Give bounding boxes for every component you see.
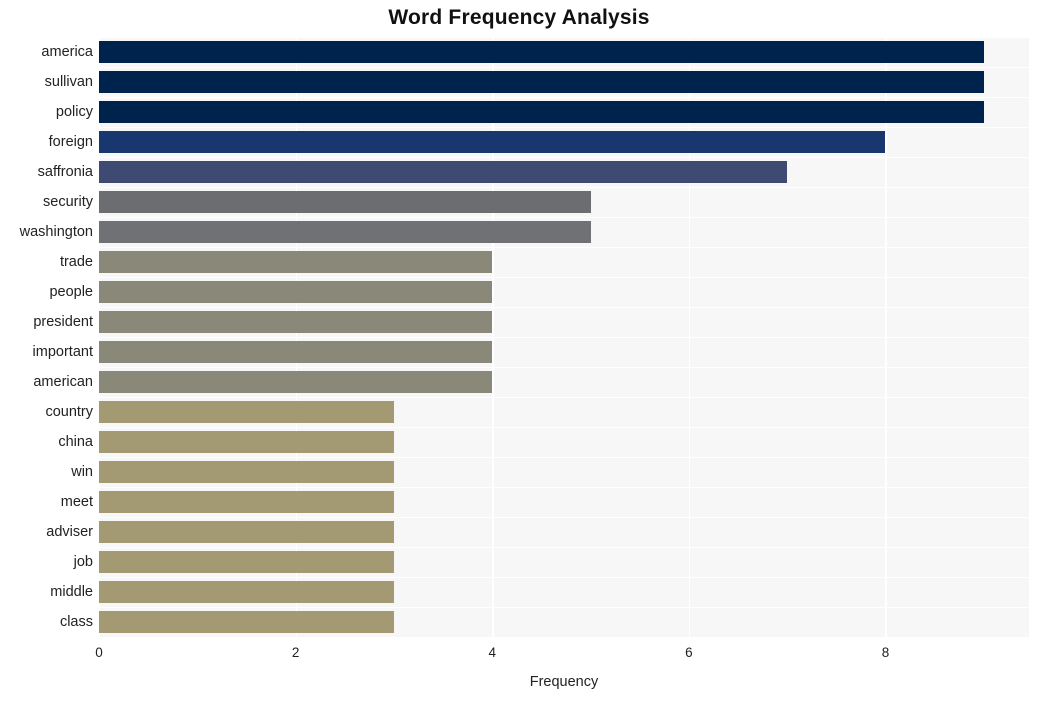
y-gridline <box>99 277 1029 279</box>
y-gridline <box>99 427 1029 429</box>
y-gridline <box>99 577 1029 579</box>
bar[interactable] <box>99 521 394 543</box>
bar[interactable] <box>99 551 394 573</box>
y-axis-tick-label: president <box>33 314 93 330</box>
y-axis-tick-label: foreign <box>48 134 93 150</box>
y-axis-tick-label: adviser <box>46 524 93 540</box>
chart-title: Word Frequency Analysis <box>388 6 650 29</box>
y-gridline <box>99 457 1029 459</box>
y-axis-tick-label: middle <box>50 584 93 600</box>
y-axis-tick-label: sullivan <box>44 74 93 90</box>
bar[interactable] <box>99 371 493 393</box>
y-axis-tick-label: policy <box>55 104 93 120</box>
x-axis-tick-label: 6 <box>685 645 693 660</box>
bar[interactable] <box>99 461 394 483</box>
y-gridline <box>99 217 1029 219</box>
y-axis-tick-label: class <box>59 614 93 630</box>
bar[interactable] <box>99 71 984 93</box>
y-axis-tick-label: washington <box>19 224 93 240</box>
y-gridline <box>99 67 1029 69</box>
x-axis-tick-label: 8 <box>881 645 890 660</box>
y-gridline <box>99 517 1029 519</box>
bar[interactable] <box>99 311 493 333</box>
bar[interactable] <box>99 431 394 453</box>
y-axis-tick-label: important <box>32 344 93 360</box>
y-axis-tick-label: saffronia <box>37 164 93 180</box>
y-axis-tick-label: security <box>43 194 93 210</box>
x-axis-title: Frequency <box>529 674 599 690</box>
x-axis-tick-label: 4 <box>488 645 496 660</box>
plot-area <box>99 37 1029 637</box>
bar[interactable] <box>99 401 394 423</box>
y-axis-tick-label: trade <box>59 254 93 270</box>
y-gridline <box>99 607 1029 609</box>
y-gridline <box>99 247 1029 249</box>
bar[interactable] <box>99 491 394 513</box>
y-gridline <box>99 127 1029 129</box>
y-gridline <box>99 367 1029 369</box>
bar[interactable] <box>99 611 394 633</box>
y-gridline <box>99 337 1029 339</box>
y-gridline <box>99 487 1029 489</box>
x-axis-tick-labels: 0 2 4 6 8 <box>0 645 1038 667</box>
y-axis-tick-label: china <box>58 434 93 450</box>
bar[interactable] <box>99 221 591 243</box>
y-axis-tick-label: america <box>41 44 93 60</box>
word-frequency-chart: Word Frequency Analysis america sullivan p… <box>0 0 1038 701</box>
bar[interactable] <box>99 341 493 363</box>
x-axis-tick-label: 0 <box>95 645 103 660</box>
y-axis-tick-label: people <box>49 284 93 300</box>
y-gridline <box>99 187 1029 189</box>
x-axis-tick-label: 2 <box>291 645 300 660</box>
bar[interactable] <box>99 281 493 303</box>
y-axis-tick-label: country <box>45 404 93 420</box>
bar[interactable] <box>99 41 984 63</box>
y-gridline <box>99 157 1029 159</box>
bar[interactable] <box>99 131 886 153</box>
y-gridline <box>99 97 1029 99</box>
y-gridline <box>99 547 1029 549</box>
bar[interactable] <box>99 191 591 213</box>
bar[interactable] <box>99 161 788 183</box>
bar[interactable] <box>99 581 394 603</box>
y-axis-tick-label: win <box>71 464 93 480</box>
y-axis-tick-label: meet <box>60 494 93 510</box>
y-gridline <box>99 37 1029 39</box>
bar[interactable] <box>99 101 984 123</box>
y-axis-labels: america sullivan policy foreign saffronia sec… <box>0 37 93 637</box>
y-gridline <box>99 397 1029 399</box>
bar[interactable] <box>99 251 493 273</box>
y-axis-tick-label: job <box>73 554 93 570</box>
y-axis-tick-label: american <box>33 374 93 390</box>
y-gridline <box>99 307 1029 309</box>
